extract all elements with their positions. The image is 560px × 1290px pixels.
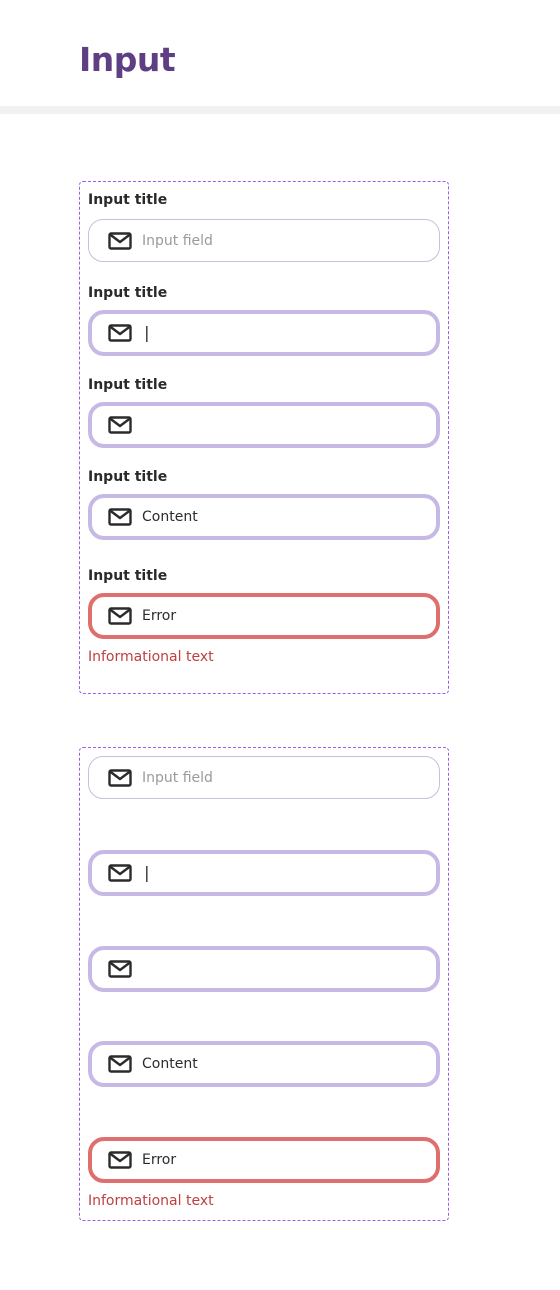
mail-icon bbox=[108, 232, 132, 250]
input-title-label: Input title bbox=[88, 285, 168, 301]
input-value: Error bbox=[142, 608, 177, 624]
input-field-error[interactable]: Error bbox=[88, 593, 440, 639]
input-field-focused[interactable] bbox=[88, 402, 440, 448]
error-helper-text: Informational text bbox=[88, 649, 214, 665]
input-field-filled[interactable]: Content bbox=[88, 1041, 440, 1087]
input-value: Content bbox=[142, 1056, 198, 1072]
page-header: Input bbox=[0, 0, 560, 106]
input-field-focused[interactable] bbox=[88, 946, 440, 992]
input-field-filled[interactable]: Content bbox=[88, 494, 440, 540]
input-placeholder: Input field bbox=[142, 769, 213, 786]
input-field-default[interactable]: Input field bbox=[88, 756, 440, 799]
input-value: Error bbox=[142, 1152, 177, 1168]
error-helper-text: Informational text bbox=[88, 1193, 214, 1209]
mail-icon bbox=[108, 1151, 132, 1169]
input-value: Content bbox=[142, 509, 198, 525]
input-placeholder: Input field bbox=[142, 232, 213, 249]
text-cursor: | bbox=[142, 863, 152, 882]
mail-icon bbox=[108, 769, 132, 787]
mail-icon bbox=[108, 960, 132, 978]
input-title-label: Input title bbox=[88, 192, 168, 208]
mail-icon bbox=[108, 508, 132, 526]
input-title-label: Input title bbox=[88, 568, 168, 584]
input-field-error[interactable]: Error bbox=[88, 1137, 440, 1183]
page-title: Input bbox=[79, 40, 176, 79]
mail-icon bbox=[108, 864, 132, 882]
input-field-default[interactable]: Input field bbox=[88, 219, 440, 262]
input-title-label: Input title bbox=[88, 377, 168, 393]
header-divider bbox=[0, 106, 560, 114]
text-cursor: | bbox=[142, 323, 152, 342]
mail-icon bbox=[108, 416, 132, 434]
input-field-typing[interactable]: | bbox=[88, 850, 440, 896]
input-field-typing[interactable]: | bbox=[88, 310, 440, 356]
mail-icon bbox=[108, 324, 132, 342]
mail-icon bbox=[108, 1055, 132, 1073]
mail-icon bbox=[108, 607, 132, 625]
input-title-label: Input title bbox=[88, 469, 168, 485]
